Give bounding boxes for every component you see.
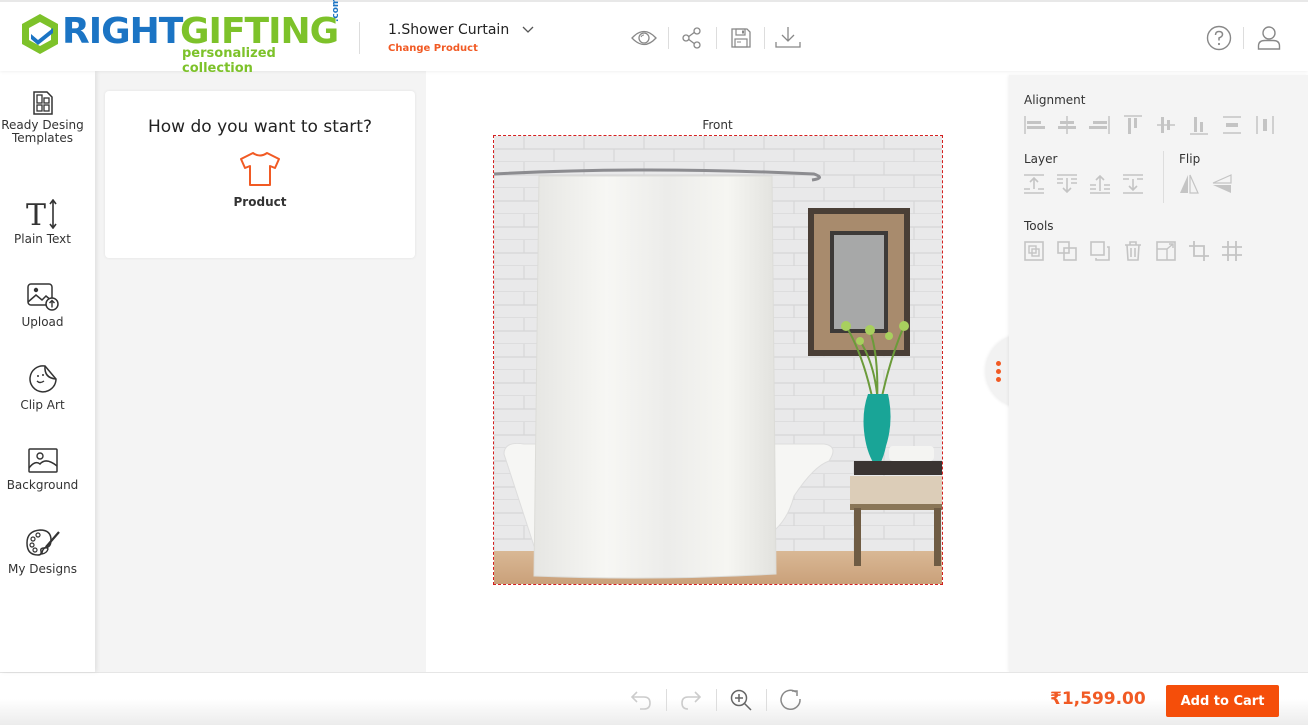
- eye-icon: [631, 30, 657, 46]
- crop-icon[interactable]: [1188, 240, 1210, 262]
- ungroup-icon[interactable]: [1056, 240, 1078, 262]
- preview-button[interactable]: [630, 24, 658, 52]
- distribute-vertical-icon[interactable]: [1221, 114, 1243, 136]
- alignment-title: Alignment: [1024, 93, 1086, 107]
- palette-icon: [25, 529, 60, 556]
- align-top-icon[interactable]: [1122, 114, 1144, 136]
- flip-vertical-icon[interactable]: [1211, 173, 1233, 195]
- sticker-icon: [28, 365, 57, 393]
- start-heading: How do you want to start?: [148, 117, 372, 137]
- sidebar-item-clip-art[interactable]: Clip Art: [0, 363, 85, 412]
- dot-icon: [996, 369, 1001, 374]
- help-button[interactable]: [1205, 24, 1233, 52]
- help-icon: [1206, 25, 1232, 51]
- sidebar-item-label: Upload: [21, 315, 64, 329]
- divider: [1243, 27, 1244, 49]
- tools-title: Tools: [1024, 219, 1054, 233]
- send-to-back-icon[interactable]: [1056, 173, 1078, 195]
- sidebar-item-my-designs[interactable]: My Designs: [0, 527, 85, 576]
- sidebar-item-background[interactable]: Background: [0, 447, 85, 492]
- flip-title: Flip: [1179, 152, 1201, 166]
- download-icon: [775, 27, 801, 48]
- share-icon: [682, 27, 701, 49]
- resize-icon[interactable]: [1155, 240, 1177, 262]
- dot-icon: [996, 377, 1001, 382]
- tshirt-icon: [239, 152, 280, 186]
- product-title: 1.Shower Curtain: [388, 22, 510, 38]
- align-left-icon[interactable]: [1023, 114, 1045, 136]
- divider: [668, 27, 669, 49]
- account-button[interactable]: [1255, 24, 1283, 52]
- duplicate-icon[interactable]: [1089, 240, 1111, 262]
- canvas-side-label: Front: [702, 118, 733, 132]
- bottom-bar: ₹1,599.00 Add to Cart: [0, 672, 1308, 725]
- align-center-vertical-icon[interactable]: [1155, 114, 1177, 136]
- divider: [716, 689, 717, 711]
- logo-text-right: RIGHT: [62, 11, 183, 52]
- change-product-link[interactable]: Change Product: [388, 43, 478, 54]
- image-icon: [27, 448, 58, 473]
- text-icon: T: [26, 199, 57, 229]
- properties-panel: Alignment Layer Flip Tools: [1009, 75, 1308, 672]
- flip-horizontal-icon[interactable]: [1178, 173, 1200, 195]
- layer-title: Layer: [1024, 152, 1058, 166]
- align-right-icon[interactable]: [1089, 114, 1111, 136]
- sidebar-item-plain-text[interactable]: T Plain Text: [0, 199, 85, 246]
- product-image: [494, 136, 942, 584]
- divider: [766, 689, 767, 711]
- sidebar-item-label: Background: [6, 478, 79, 492]
- start-card: How do you want to start? Product: [105, 91, 415, 258]
- zoom-in-icon[interactable]: [729, 688, 753, 712]
- delete-icon[interactable]: [1122, 240, 1144, 262]
- product-selector[interactable]: 1.Shower Curtain: [388, 22, 534, 38]
- product-option[interactable]: Product: [233, 151, 287, 209]
- left-sidebar: Ready Desing Templates T Plain Text Uplo…: [0, 71, 95, 672]
- distribute-horizontal-icon[interactable]: [1254, 114, 1276, 136]
- options-panel: How do you want to start? Product: [95, 71, 426, 672]
- svg-text:T: T: [26, 199, 46, 229]
- template-icon: [32, 91, 53, 115]
- logo-hexagon-icon: [22, 14, 58, 54]
- divider: [359, 22, 360, 54]
- send-backward-icon[interactable]: [1122, 173, 1144, 195]
- dot-icon: [996, 361, 1001, 366]
- align-bottom-icon[interactable]: [1188, 114, 1210, 136]
- divider: [1163, 151, 1164, 203]
- divider: [716, 27, 717, 49]
- grid-icon[interactable]: [1221, 240, 1243, 262]
- sidebar-item-label: Ready Desing Templates: [1, 118, 84, 145]
- design-canvas-area: Front: [426, 71, 1026, 672]
- share-button[interactable]: [678, 24, 706, 52]
- divider: [764, 27, 765, 49]
- undo-icon[interactable]: [629, 688, 653, 712]
- logo-text-com: .com: [331, 0, 341, 22]
- save-button[interactable]: [727, 24, 755, 52]
- design-area[interactable]: [493, 135, 943, 585]
- upload-image-icon: [26, 283, 59, 311]
- save-icon: [731, 28, 751, 48]
- user-icon: [1257, 26, 1281, 50]
- sidebar-item-upload[interactable]: Upload: [0, 282, 85, 329]
- redo-icon[interactable]: [679, 688, 703, 712]
- reset-rotate-icon[interactable]: [779, 688, 803, 712]
- add-to-cart-button[interactable]: Add to Cart: [1166, 685, 1279, 717]
- logo-tagline: personalized collection: [182, 46, 276, 76]
- bring-forward-icon[interactable]: [1089, 173, 1111, 195]
- chevron-down-icon: [522, 26, 534, 33]
- divider: [666, 689, 667, 711]
- sidebar-item-label: Clip Art: [20, 398, 65, 412]
- sidebar-item-label: My Designs: [8, 562, 77, 576]
- download-button[interactable]: [774, 24, 802, 52]
- top-bar: RIGHT GIFTING .com personalized collecti…: [0, 0, 1308, 76]
- product-option-label: Product: [233, 195, 287, 209]
- sidebar-item-label: Plain Text: [14, 232, 71, 246]
- bring-to-front-icon[interactable]: [1023, 173, 1045, 195]
- brand-logo[interactable]: RIGHT GIFTING .com personalized collecti…: [18, 0, 343, 76]
- group-icon[interactable]: [1023, 240, 1045, 262]
- align-center-horizontal-icon[interactable]: [1056, 114, 1078, 136]
- price-label: ₹1,599.00: [1050, 689, 1146, 709]
- sidebar-item-templates[interactable]: Ready Desing Templates: [0, 91, 85, 145]
